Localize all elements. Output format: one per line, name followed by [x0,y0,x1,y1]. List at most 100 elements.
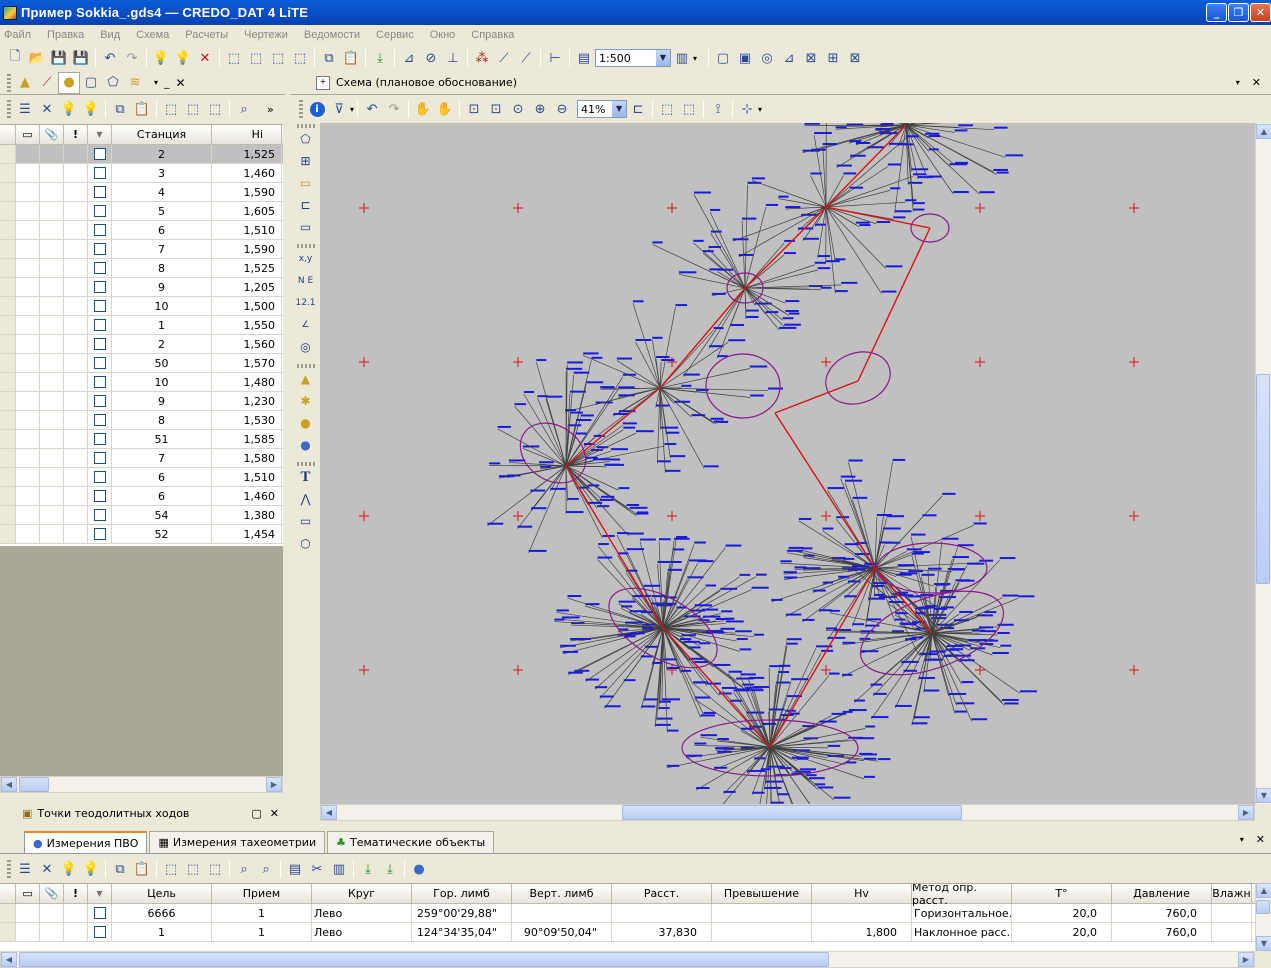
find-icon[interactable]: ⌕ [233,98,255,120]
station-cell[interactable]: 8 [112,411,212,429]
measurement-cell[interactable]: Лево [312,923,412,941]
station-column-header[interactable]: Станция [112,125,212,144]
hi-cell[interactable]: 1,605 [212,202,282,220]
station-row[interactable]: 6 1,510 [0,468,283,487]
pan-hand-2-icon[interactable]: ✋ [434,98,456,120]
station-row[interactable]: 2 1,525 [0,145,283,164]
m-col-header-1[interactable]: Прием [212,884,312,903]
hi-cell[interactable]: 1,460 [212,487,282,505]
measurement-cell[interactable]: 760,0 [1112,904,1212,922]
fit-icon[interactable]: ⊏ [627,98,649,120]
zoom-extents-icon[interactable]: ⊡ [463,98,485,120]
point-add-icon[interactable]: ✱ [295,390,317,412]
frame-tab-icon[interactable]: ▢ [80,72,102,94]
measurement-cell[interactable] [612,904,712,922]
scale-icon[interactable]: ▤ [573,47,595,69]
station-checkbox[interactable] [93,509,106,521]
station-checkbox[interactable] [93,186,106,198]
m-delete-row-icon[interactable]: ✕ [36,858,58,880]
rectangle-tool-icon[interactable]: ▭ [295,510,317,532]
m-col-header-2[interactable]: Круг [312,884,412,903]
m-form-icon[interactable]: ▥ [328,858,350,880]
station-row[interactable]: 9 1,230 [0,392,283,411]
station-row[interactable]: 6 1,510 [0,221,283,240]
measurement-cell[interactable]: 37,830 [612,923,712,941]
m-col-header-10[interactable]: Давление [1112,884,1212,903]
circle-tool-icon[interactable]: ◎ [295,336,317,358]
undo-icon[interactable]: ↶ [99,47,121,69]
m-col-header-0[interactable]: Цель [112,884,212,903]
station-row[interactable]: 6 1,460 [0,487,283,506]
station-cell[interactable]: 10 [112,297,212,315]
bottom-close-icon[interactable]: ✕ [1256,833,1265,846]
m-col-header-9[interactable]: T° [1012,884,1112,903]
station-cell[interactable]: 5 [112,202,212,220]
station-cell[interactable]: 6 [112,468,212,486]
sheet4-icon[interactable]: ⊿ [778,47,800,69]
measurement-cell[interactable]: 1 [212,923,312,941]
bulb-off-icon-2[interactable]: 💡 [58,98,80,120]
m-copy-icon[interactable]: ⧉ [109,858,131,880]
window-tool-icon[interactable]: ▭ [295,216,317,238]
sheet3-icon[interactable]: ◎ [756,47,778,69]
hi-cell[interactable]: 1,550 [212,316,282,334]
close-button[interactable]: ✕ [1250,3,1271,22]
station-cell[interactable]: 51 [112,430,212,448]
station-row[interactable]: 50 1,570 [0,354,283,373]
schema-undo-icon[interactable]: ↶ [361,98,383,120]
m-find-icon[interactable]: ⌕ [233,858,255,880]
m-select-icon[interactable]: ⬚ [160,858,182,880]
measurement-cell[interactable]: 124°34'35,04" [412,923,512,941]
layers-tab-icon[interactable]: ≋ [124,72,146,94]
station-edit-icon[interactable]: ● [295,434,317,456]
pan-hand-icon[interactable]: ✋ [412,98,434,120]
station-checkbox[interactable] [93,395,106,407]
station-add-icon[interactable]: ● [295,412,317,434]
hi-cell[interactable]: 1,500 [212,297,282,315]
hi-cell[interactable]: 1,510 [212,221,282,239]
restore-button[interactable]: ❐ [1228,3,1249,22]
tab-tacheometry-measurements[interactable]: ▦ Измерения тахеометрии [149,831,326,853]
station-cell[interactable]: 2 [112,335,212,353]
delete-row-icon[interactable]: ✕ [36,98,58,120]
copy-icon[interactable]: ⧉ [318,47,340,69]
layout-icon[interactable]: ▥ [671,47,693,69]
import-icon[interactable]: ⤓ [369,47,391,69]
station-cell[interactable]: 9 [112,392,212,410]
ne-tool-icon[interactable]: N E [295,270,317,292]
station-cell[interactable]: 8 [112,259,212,277]
level-icon[interactable]: ⊥ [442,47,464,69]
polygon-tool-icon[interactable]: ⬠ [295,128,317,150]
sheet-tool-icon[interactable]: ▭ [295,172,317,194]
save-all-icon[interactable]: 💾 [70,47,92,69]
hi-cell[interactable]: 1,205 [212,278,282,296]
station-checkbox[interactable] [93,167,106,179]
poly-select-icon[interactable]: ⬚ [678,98,700,120]
menu-item-4[interactable]: Расчеты [185,29,228,41]
hi-cell[interactable]: 1,380 [212,506,282,524]
station-cell[interactable]: 7 [112,240,212,258]
traverse-icon[interactable]: ⟋ [493,47,515,69]
polygon-tab-icon[interactable]: ⬠ [102,72,124,94]
m-col-header-8[interactable]: Метод опр. расст. [912,884,1012,907]
hi-cell[interactable]: 1,480 [212,373,282,391]
station-row[interactable]: 7 1,590 [0,240,283,259]
station-cell[interactable]: 7 [112,449,212,467]
left-panel-close-icon[interactable]: ✕ [176,76,186,90]
measurement-checkbox[interactable] [93,907,106,919]
axes-icon[interactable]: ⊢ [544,47,566,69]
select-icon-2[interactable]: ⬚ [160,98,182,120]
select-add-icon[interactable]: ⬚ [245,47,267,69]
menu-item-1[interactable]: Правка [47,29,84,41]
measurement-cell[interactable]: 259°00'29,88" [412,904,512,922]
station-cell[interactable]: 3 [112,164,212,182]
menu-item-7[interactable]: Сервис [376,29,414,41]
canvas-hscroll[interactable]: ◀ ▶ [320,804,1255,821]
station-checkbox[interactable] [93,243,106,255]
hi-cell[interactable]: 1,560 [212,335,282,353]
m-bulb-on-icon[interactable]: 💡 [80,858,102,880]
measurement-cell[interactable]: 760,0 [1112,923,1212,941]
snap-icon[interactable]: ⊹ [736,98,758,120]
station-row[interactable]: 4 1,590 [0,183,283,202]
select-icon[interactable]: ⬚ [223,47,245,69]
